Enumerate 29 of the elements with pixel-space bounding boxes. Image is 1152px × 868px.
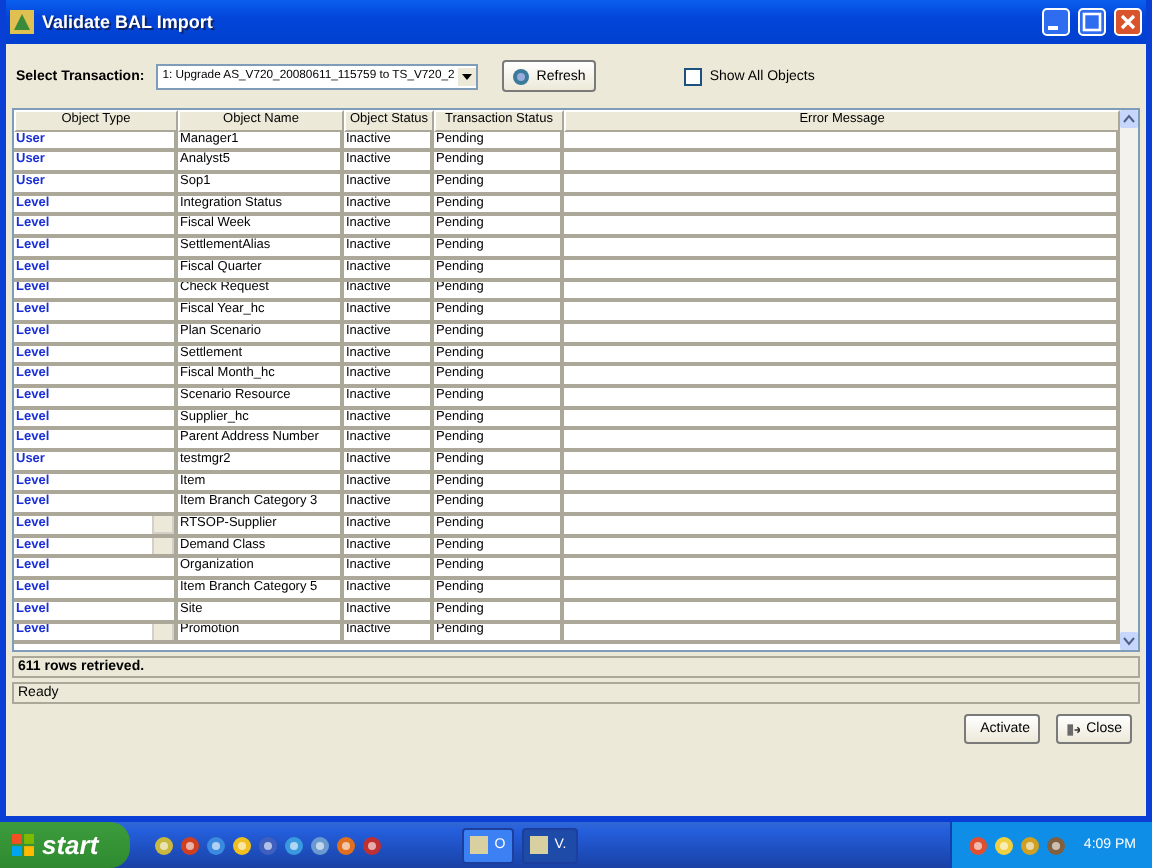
maximize-button[interactable] bbox=[1078, 8, 1106, 36]
refresh-icon bbox=[512, 67, 531, 85]
windows-logo-icon bbox=[12, 834, 34, 856]
quick-launch-icon[interactable] bbox=[232, 835, 253, 855]
window-icon bbox=[530, 836, 549, 854]
quick-launch-icon[interactable] bbox=[180, 835, 201, 855]
show-all-checkbox[interactable] bbox=[683, 67, 702, 85]
window-title: Validate BAL Import bbox=[42, 12, 215, 32]
quick-launch-icon[interactable] bbox=[310, 835, 331, 855]
tray-icon[interactable] bbox=[1045, 835, 1066, 855]
quick-launch-icon[interactable] bbox=[284, 835, 305, 855]
minimize-button[interactable] bbox=[1042, 8, 1070, 36]
tray-icon[interactable] bbox=[967, 835, 988, 855]
dropdown-arrow-icon bbox=[458, 67, 477, 85]
scroll-down-icon[interactable] bbox=[1120, 632, 1138, 650]
quick-launch-icon[interactable] bbox=[362, 835, 383, 855]
quick-launch-icon[interactable] bbox=[258, 835, 279, 855]
exit-door-icon bbox=[1066, 719, 1081, 739]
start-button[interactable]: start bbox=[0, 822, 131, 868]
quick-launch-icon[interactable] bbox=[336, 835, 357, 855]
scroll-up-icon[interactable] bbox=[1120, 110, 1138, 128]
window-icon bbox=[470, 836, 489, 854]
quick-launch-icon[interactable] bbox=[154, 835, 175, 855]
tray-icon[interactable] bbox=[993, 835, 1014, 855]
cell-button[interactable] bbox=[152, 516, 174, 534]
quick-launch-icon[interactable] bbox=[206, 835, 227, 855]
tray-icon[interactable] bbox=[1019, 835, 1040, 855]
close-button[interactable] bbox=[1114, 8, 1142, 36]
app-icon bbox=[10, 10, 34, 34]
